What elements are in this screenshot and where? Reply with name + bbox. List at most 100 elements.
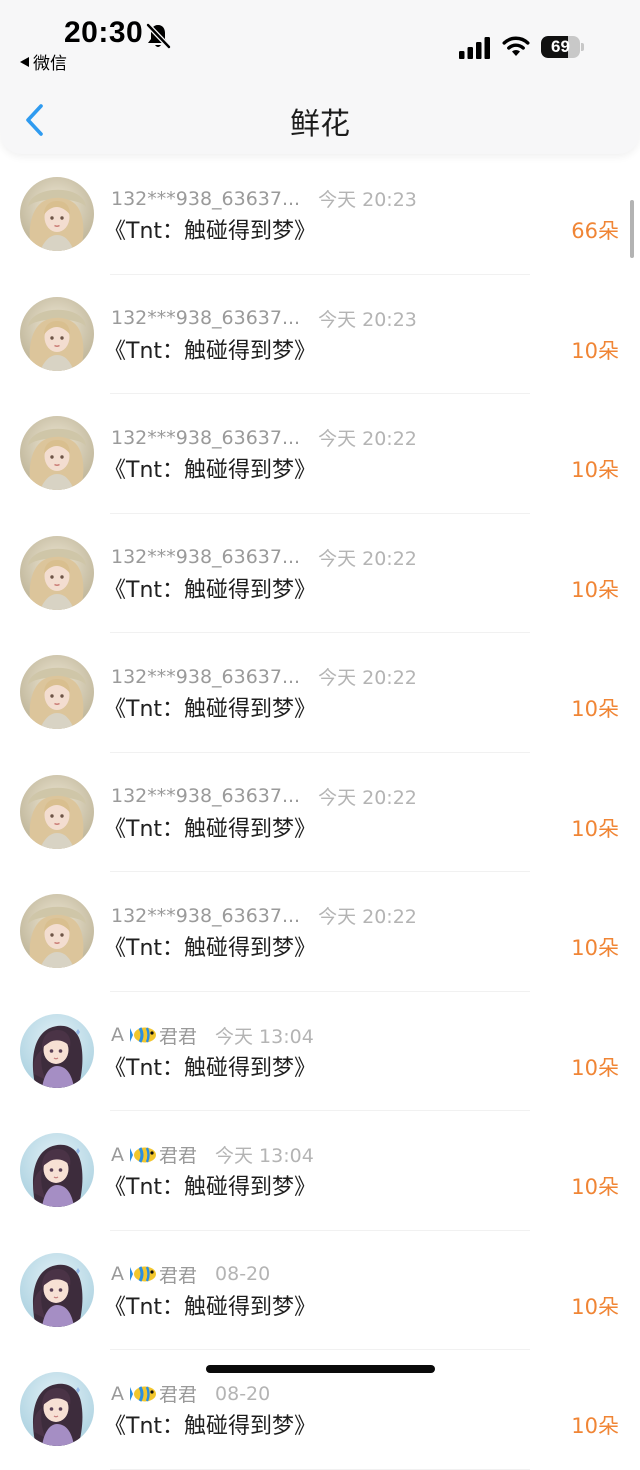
gift-record-row[interactable]: 132***938_63637... 今天 20:23 《Tnt：触碰得到梦》 10朵 xyxy=(0,275,640,395)
gift-time: 今天 13:04 xyxy=(215,1025,314,1048)
home-indicator[interactable] xyxy=(206,1365,435,1373)
sender-name-suffix: 君君 xyxy=(159,1264,198,1287)
avatar[interactable] xyxy=(20,894,94,968)
flower-count: 10朵 xyxy=(571,1055,619,1080)
sender-name: 132***938_63637... xyxy=(111,426,301,449)
work-title: 《Tnt：触碰得到梦》 xyxy=(104,816,317,842)
gift-record-row[interactable]: 132***938_63637... 今天 20:22 《Tnt：触碰得到梦》 10朵 xyxy=(0,394,640,514)
tropical-fish-icon xyxy=(130,1027,156,1043)
sender-meta: 132***938_63637... 今天 20:22 xyxy=(111,544,417,571)
flower-count: 10朵 xyxy=(571,697,619,721)
gift-time: 08-20 xyxy=(215,1263,271,1285)
work-title: 《Tnt：触碰得到梦》 xyxy=(104,1175,317,1200)
scrollbar[interactable] xyxy=(630,200,634,258)
avatar[interactable] xyxy=(20,535,94,610)
gift-record-row[interactable]: 132***938_63637... 今天 20:22 《Tnt：触碰得到梦》 10朵 xyxy=(0,872,640,992)
sender-meta: 132***938_63637... 今天 20:23 xyxy=(111,185,417,212)
sender-name: 132***938_63637... xyxy=(111,665,301,688)
battery-body: 69 xyxy=(541,36,580,58)
sender-name: 132***938_63637... xyxy=(111,546,301,568)
gift-time: 今天 13:04 xyxy=(215,1145,314,1167)
gift-time: 今天 20:22 xyxy=(318,547,417,570)
battery-indicator: 69 xyxy=(541,36,584,58)
tropical-fish-icon xyxy=(130,1266,156,1282)
flower-count: 10朵 xyxy=(571,577,619,602)
gift-record-row[interactable]: A 君君 今天 13:04 《Tnt：触碰得到梦》 10朵 xyxy=(0,992,640,1112)
back-triangle-icon xyxy=(20,56,29,67)
page-title: 鲜花 xyxy=(290,107,350,142)
gift-time: 今天 20:22 xyxy=(318,667,417,689)
bell-slash-icon xyxy=(146,23,171,49)
work-title: 《Tnt：触碰得到梦》 xyxy=(104,577,317,603)
sender-meta: A 君君 08-20 xyxy=(111,1261,270,1288)
flower-gift-list: 132***938_63637... 今天 20:23 《Tnt：触碰得到梦》 66朵… xyxy=(0,155,640,1470)
sender-meta: 132***938_63637... 今天 20:22 xyxy=(111,424,417,451)
avatar[interactable] xyxy=(20,1252,94,1327)
flower-count: 10朵 xyxy=(571,1175,619,1199)
work-title: 《Tnt：触碰得到梦》 xyxy=(104,338,317,364)
flower-count: 10朵 xyxy=(571,1414,619,1438)
tropical-fish-icon xyxy=(130,1146,156,1163)
sender-name: A xyxy=(111,1024,124,1046)
sender-name: A xyxy=(111,1382,124,1405)
sender-meta: 132***938_63637... 今天 20:22 xyxy=(111,783,417,810)
sender-name-suffix: 君君 xyxy=(159,1384,198,1406)
flower-count: 66朵 xyxy=(571,219,619,243)
work-title: 《Tnt：触碰得到梦》 xyxy=(104,219,317,244)
battery-nub xyxy=(581,43,584,51)
sender-name: 132***938_63637... xyxy=(111,307,301,329)
avatar[interactable] xyxy=(20,1133,94,1207)
battery-percent: 69 xyxy=(551,37,570,56)
gift-time: 今天 20:23 xyxy=(318,189,417,211)
gift-record-row[interactable]: 132***938_63637... 今天 20:23 《Tnt：触碰得到梦》 66朵 xyxy=(0,155,640,275)
sender-meta: A 君君 今天 13:04 xyxy=(111,1141,314,1168)
back-app-label: 微信 xyxy=(33,54,67,74)
gift-time: 今天 20:22 xyxy=(318,786,417,809)
avatar[interactable] xyxy=(20,1372,94,1446)
sender-meta: 132***938_63637... 今天 20:23 xyxy=(111,305,417,332)
gift-time: 今天 20:22 xyxy=(318,428,417,450)
flower-count: 10朵 xyxy=(571,458,619,482)
sender-meta: 132***938_63637... 今天 20:22 xyxy=(111,663,417,690)
work-title: 《Tnt：触碰得到梦》 xyxy=(104,936,317,961)
sender-name: 132***938_63637... xyxy=(111,785,301,807)
back-to-wechat[interactable]: 微信 xyxy=(20,49,67,74)
gift-record-row[interactable]: 132***938_63637... 今天 20:22 《Tnt：触碰得到梦》 10朵 xyxy=(0,633,640,753)
work-title: 《Tnt：触碰得到梦》 xyxy=(104,1055,317,1081)
gift-record-row[interactable]: A 君君 08-20 《Tnt：触碰得到梦》 10朵 xyxy=(0,1231,640,1351)
sender-name: 132***938_63637... xyxy=(111,904,301,927)
work-title: 《Tnt：触碰得到梦》 xyxy=(104,458,317,483)
flower-count: 10朵 xyxy=(571,338,619,363)
work-title: 《Tnt：触碰得到梦》 xyxy=(104,697,317,722)
status-time: 20:30 xyxy=(64,16,144,49)
work-title: 《Tnt：触碰得到梦》 xyxy=(104,1414,317,1439)
sender-name-suffix: 君君 xyxy=(159,1025,198,1048)
flower-count: 10朵 xyxy=(571,1294,619,1319)
sender-name: 132***938_63637... xyxy=(111,187,301,210)
avatar[interactable] xyxy=(20,1013,94,1088)
header-card: 20:30 微信 69 鲜花 xyxy=(0,0,640,154)
avatar[interactable] xyxy=(20,177,94,251)
avatar[interactable] xyxy=(20,416,94,490)
work-title: 《Tnt：触碰得到梦》 xyxy=(104,1294,317,1320)
avatar[interactable] xyxy=(20,655,94,729)
flower-count: 10朵 xyxy=(571,816,619,841)
gift-record-row[interactable]: A 君君 今天 13:04 《Tnt：触碰得到梦》 10朵 xyxy=(0,1111,640,1231)
sender-name: A xyxy=(111,1263,124,1285)
avatar[interactable] xyxy=(20,296,94,371)
sender-name-suffix: 君君 xyxy=(159,1145,198,1167)
gift-time: 今天 20:22 xyxy=(318,906,417,928)
tropical-fish-icon xyxy=(130,1385,156,1402)
gift-record-row[interactable]: 132***938_63637... 今天 20:22 《Tnt：触碰得到梦》 10朵 xyxy=(0,514,640,634)
sender-name: A xyxy=(111,1143,124,1166)
wifi-icon xyxy=(502,36,530,56)
gift-time: 今天 20:23 xyxy=(318,308,417,331)
flower-count: 10朵 xyxy=(571,936,619,960)
avatar[interactable] xyxy=(20,774,94,849)
sender-meta: 132***938_63637... 今天 20:22 xyxy=(111,902,417,929)
sender-meta: A 君君 08-20 xyxy=(111,1380,270,1407)
gift-time: 08-20 xyxy=(215,1382,271,1405)
cellular-signal-icon xyxy=(459,37,490,59)
gift-record-row[interactable]: 132***938_63637... 今天 20:22 《Tnt：触碰得到梦》 10朵 xyxy=(0,753,640,873)
sender-meta: A 君君 今天 13:04 xyxy=(111,1022,314,1049)
